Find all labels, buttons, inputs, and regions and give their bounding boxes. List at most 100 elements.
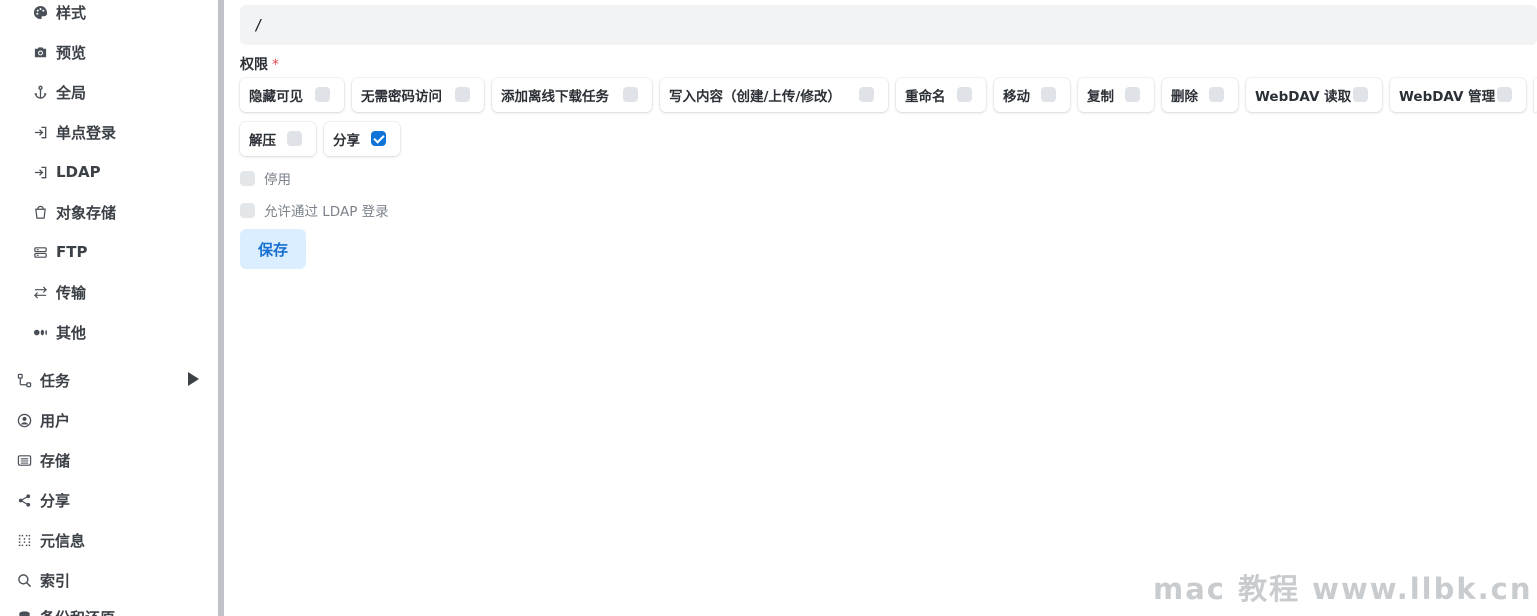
main-content: 权限* 隐藏可见 无需密码访问 添加离线下载任务 写入内容（创建/上传/修改） … (224, 0, 1537, 616)
perm-checkbox[interactable] (1209, 87, 1224, 102)
sidebar-item-label: 元信息 (40, 531, 86, 550)
perm-label: 删除 (1171, 89, 1198, 105)
ldap-login-label: 允许通过 LDAP 登录 (264, 204, 389, 220)
sidebar-item-label: 全局 (56, 83, 87, 102)
server-icon (32, 244, 48, 260)
perm-share[interactable]: 分享 (324, 122, 400, 156)
perm-checkbox[interactable] (1125, 87, 1140, 102)
disable-label: 停用 (264, 172, 291, 188)
sidebar-item-label: 对象存储 (56, 203, 117, 222)
sidebar: 样式 预览 全局 单点登录 LDAP 对象存储 FTP 传输 其他 任务 用户 … (0, 0, 218, 616)
perm-label: 写入内容（创建/上传/修改） (669, 89, 841, 105)
perm-label: WebDAV 管理 (1399, 89, 1496, 105)
database-list-icon (16, 452, 32, 468)
perm-checkbox[interactable] (623, 87, 638, 102)
required-mark: * (272, 57, 279, 73)
perm-move[interactable]: 移动 (994, 78, 1070, 112)
perm-label: 分享 (333, 133, 360, 149)
permissions-label: 权限 * (240, 54, 279, 74)
app-root: 样式 预览 全局 单点登录 LDAP 对象存储 FTP 传输 其他 任务 用户 … (0, 0, 1537, 616)
sidebar-item-users[interactable]: 用户 (16, 404, 70, 436)
perm-label: WebDAV 读取 (1255, 89, 1352, 105)
perm-label: 隐藏可见 (249, 89, 303, 105)
perm-extract[interactable]: 解压 (240, 122, 316, 156)
perm-label: 重命名 (905, 89, 946, 105)
perm-checkbox[interactable] (315, 87, 330, 102)
sidebar-item-label: 索引 (40, 571, 71, 590)
database-icon (16, 609, 32, 616)
expand-caret-icon[interactable] (188, 372, 199, 386)
search-icon (16, 572, 32, 588)
sidebar-item-label: 分享 (40, 491, 71, 510)
sidebar-item-label: 样式 (56, 3, 87, 22)
perm-delete[interactable]: 删除 (1162, 78, 1238, 112)
perm-label: 添加离线下载任务 (501, 89, 609, 105)
sidebar-item-index[interactable]: 索引 (16, 564, 70, 596)
sidebar-item-ldap[interactable]: LDAP (32, 156, 101, 188)
sidebar-item-metadata[interactable]: 元信息 (16, 524, 85, 556)
user-circle-icon (16, 412, 32, 428)
perm-checkbox[interactable] (1041, 87, 1056, 102)
sidebar-item-label: 传输 (56, 283, 87, 302)
sidebar-item-label: 单点登录 (56, 123, 117, 142)
sidebar-item-tasks[interactable]: 任务 (16, 364, 70, 396)
perm-checkbox[interactable] (455, 87, 470, 102)
save-button[interactable]: 保存 (240, 229, 306, 269)
path-input[interactable] (240, 5, 1537, 45)
ldap-login-checkbox[interactable] (240, 202, 255, 218)
perm-checkbox-checked[interactable] (371, 131, 386, 146)
login-icon (32, 124, 48, 140)
transfer-arrows-icon (32, 284, 48, 300)
workflow-icon (16, 372, 32, 388)
camera-icon (32, 44, 48, 60)
watermark: mac 教程 www.llbk.cn (1153, 572, 1533, 606)
permissions-label-text: 权限 (240, 57, 268, 73)
disable-checkbox[interactable] (240, 170, 255, 186)
ldap-login-option[interactable]: 允许通过 LDAP 登录 (240, 200, 389, 220)
perm-label: 解压 (249, 133, 276, 149)
sidebar-item-label: LDAP (56, 163, 101, 181)
perm-checkbox[interactable] (287, 131, 302, 146)
perm-rename[interactable]: 重命名 (896, 78, 986, 112)
sidebar-item-label: 存储 (40, 451, 71, 470)
perm-hide-visible[interactable]: 隐藏可见 (240, 78, 344, 112)
disable-option[interactable]: 停用 (240, 168, 291, 188)
sidebar-item-ftp[interactable]: FTP (32, 236, 87, 268)
sidebar-item-sso[interactable]: 单点登录 (32, 116, 116, 148)
sidebar-item-label: 备份和还原 (40, 607, 115, 616)
perm-no-password-access[interactable]: 无需密码访问 (352, 78, 484, 112)
perm-write-content[interactable]: 写入内容（创建/上传/修改） (660, 78, 888, 112)
login-icon (32, 164, 48, 180)
sidebar-item-label: 预览 (56, 43, 87, 62)
sidebar-item-label: FTP (56, 243, 88, 261)
bucket-icon (32, 204, 48, 220)
sidebar-item-label: 任务 (40, 371, 71, 390)
anchor-icon (32, 84, 48, 100)
sidebar-item-label: 其他 (56, 323, 87, 342)
sidebar-item-transfer[interactable]: 传输 (32, 276, 86, 308)
dotted-grid-icon (16, 532, 32, 548)
sidebar-item-share[interactable]: 分享 (16, 484, 70, 516)
perm-copy[interactable]: 复制 (1078, 78, 1154, 112)
sidebar-item-other[interactable]: 其他 (32, 316, 86, 348)
perm-label: 无需密码访问 (361, 89, 442, 105)
perm-label: 移动 (1003, 89, 1030, 105)
perm-add-offline-download[interactable]: 添加离线下载任务 (492, 78, 652, 112)
sidebar-item-global[interactable]: 全局 (32, 76, 86, 108)
perm-label: 复制 (1087, 89, 1114, 105)
perm-webdav-manage[interactable]: WebDAV 管理 (1390, 78, 1526, 112)
sidebar-item-object-storage[interactable]: 对象存储 (32, 196, 116, 228)
sidebar-item-backup-restore[interactable]: 备份和还原 (16, 601, 115, 616)
perm-checkbox[interactable] (957, 87, 972, 102)
sidebar-item-preview[interactable]: 预览 (32, 36, 86, 68)
perm-webdav-read[interactable]: WebDAV 读取 (1246, 78, 1382, 112)
sidebar-item-label: 用户 (40, 411, 71, 430)
perm-checkbox[interactable] (1497, 87, 1512, 102)
sidebar-item-storage[interactable]: 存储 (16, 444, 70, 476)
palette-icon (32, 4, 48, 20)
share-icon (16, 492, 32, 508)
dots-icon (32, 324, 48, 340)
perm-checkbox[interactable] (1353, 87, 1368, 102)
perm-checkbox[interactable] (859, 87, 874, 102)
sidebar-item-style[interactable]: 样式 (32, 0, 86, 28)
